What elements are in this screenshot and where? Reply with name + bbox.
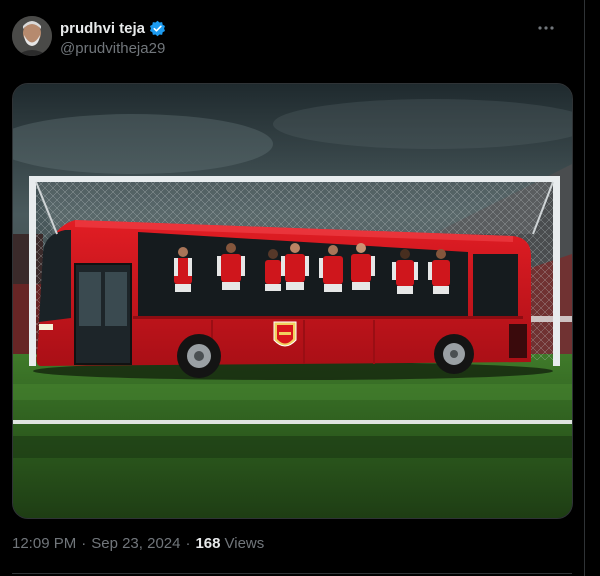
column-border xyxy=(584,0,585,576)
meta-separator: · xyxy=(185,535,191,552)
author-display-name[interactable]: prudhvi teja xyxy=(60,20,145,37)
avatar[interactable] xyxy=(12,16,52,56)
post-media-image[interactable] xyxy=(12,83,573,519)
post-date[interactable]: Sep 23, 2024 xyxy=(91,535,180,552)
arsenal-crest-icon xyxy=(273,321,297,347)
bus-in-goal-illustration xyxy=(13,84,572,518)
post-time[interactable]: 12:09 PM xyxy=(12,535,76,552)
author-handle[interactable]: @prudvitheja29 xyxy=(60,40,165,57)
post-meta: 12:09 PM · Sep 23, 2024 · 168 Views xyxy=(12,535,264,552)
author-name-row[interactable]: prudhvi teja xyxy=(60,20,166,37)
views-label: Views xyxy=(224,535,265,552)
divider xyxy=(12,573,572,574)
meta-separator: · xyxy=(81,535,87,552)
views-count[interactable]: 168 xyxy=(195,535,220,552)
more-horizontal-icon[interactable] xyxy=(534,16,558,40)
verified-badge-icon[interactable] xyxy=(149,20,166,37)
post-header: prudhvi teja @prudvitheja29 xyxy=(12,16,572,60)
